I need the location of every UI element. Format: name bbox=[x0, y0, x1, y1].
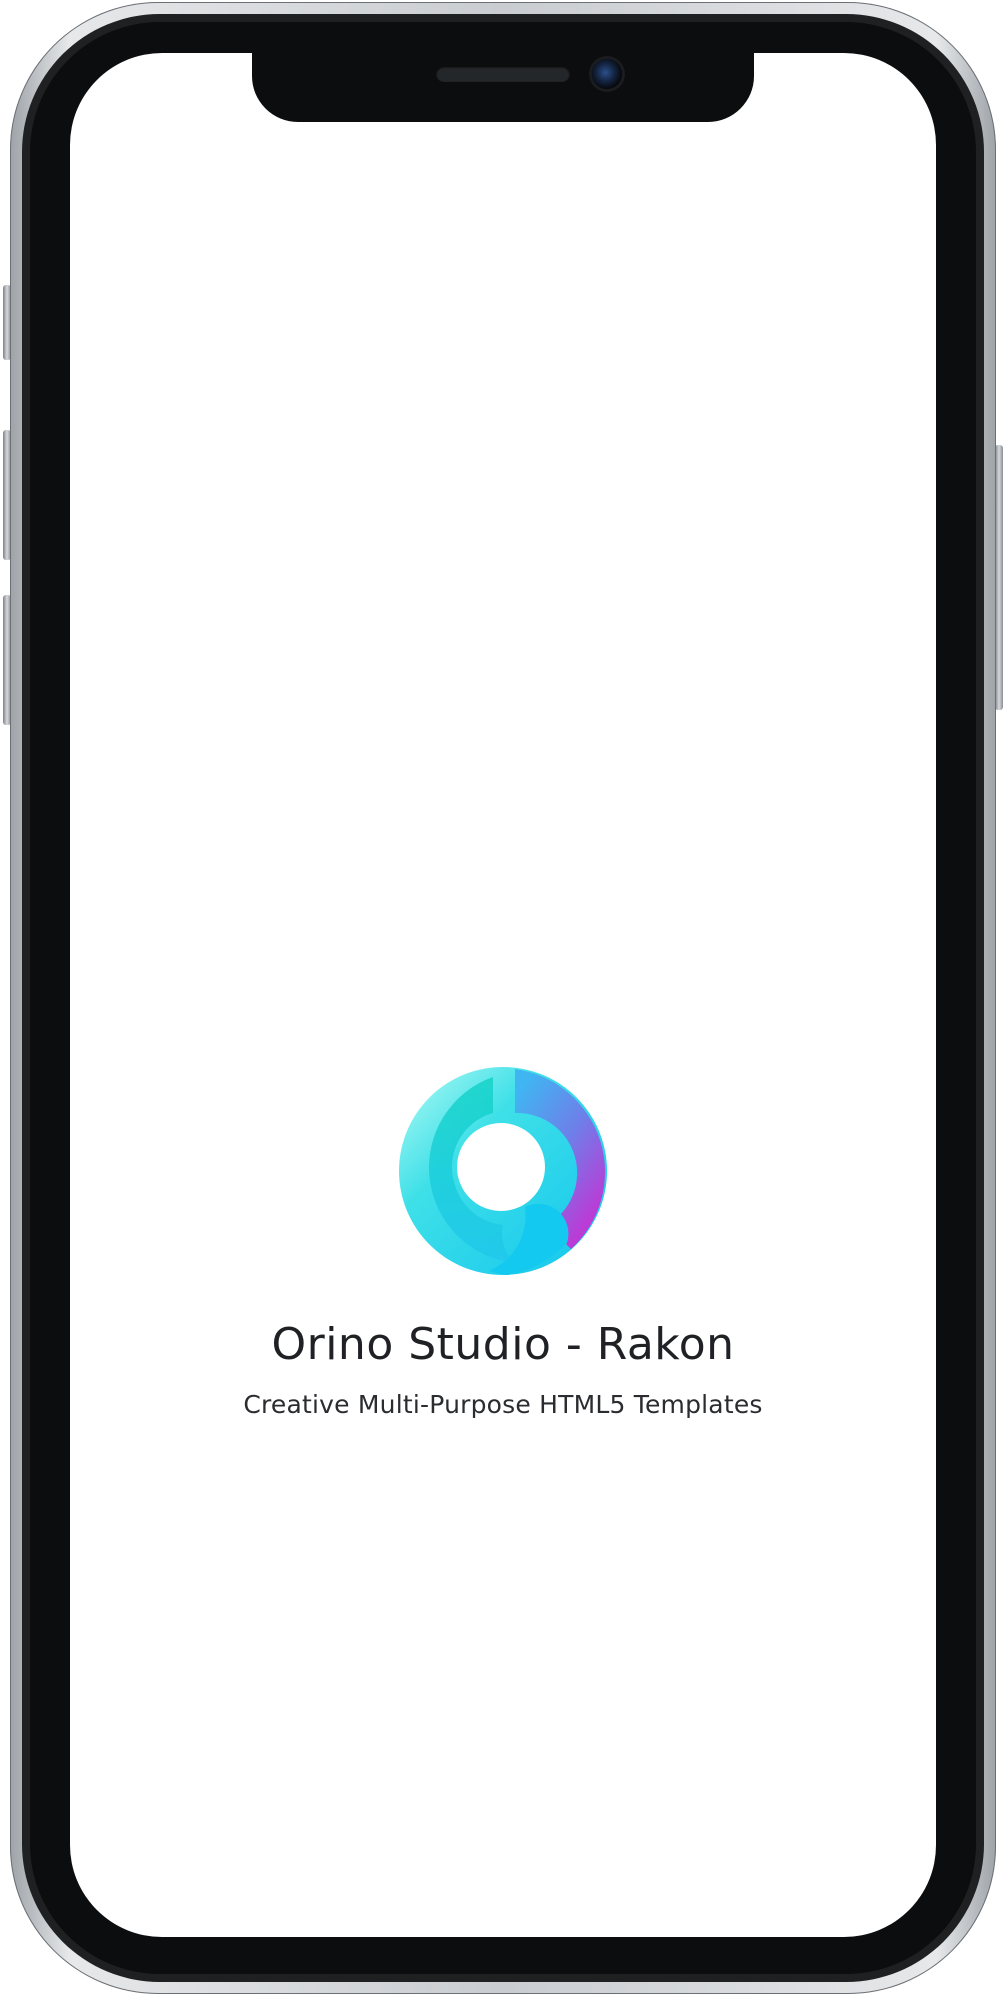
app-title: Orino Studio - Rakon bbox=[271, 1319, 735, 1370]
phone-mockup: Orino Studio - Rakon Creative Multi-Purp… bbox=[0, 0, 1006, 2000]
splash-branding: Orino Studio - Rakon Creative Multi-Purp… bbox=[0, 1065, 1006, 1419]
speaker-grill bbox=[436, 66, 570, 82]
orino-logo-icon bbox=[399, 1067, 607, 1275]
app-subtitle: Creative Multi-Purpose HTML5 Templates bbox=[243, 1390, 763, 1419]
phone-screen bbox=[70, 53, 936, 1937]
front-camera bbox=[592, 59, 622, 89]
power-button bbox=[995, 445, 1003, 710]
